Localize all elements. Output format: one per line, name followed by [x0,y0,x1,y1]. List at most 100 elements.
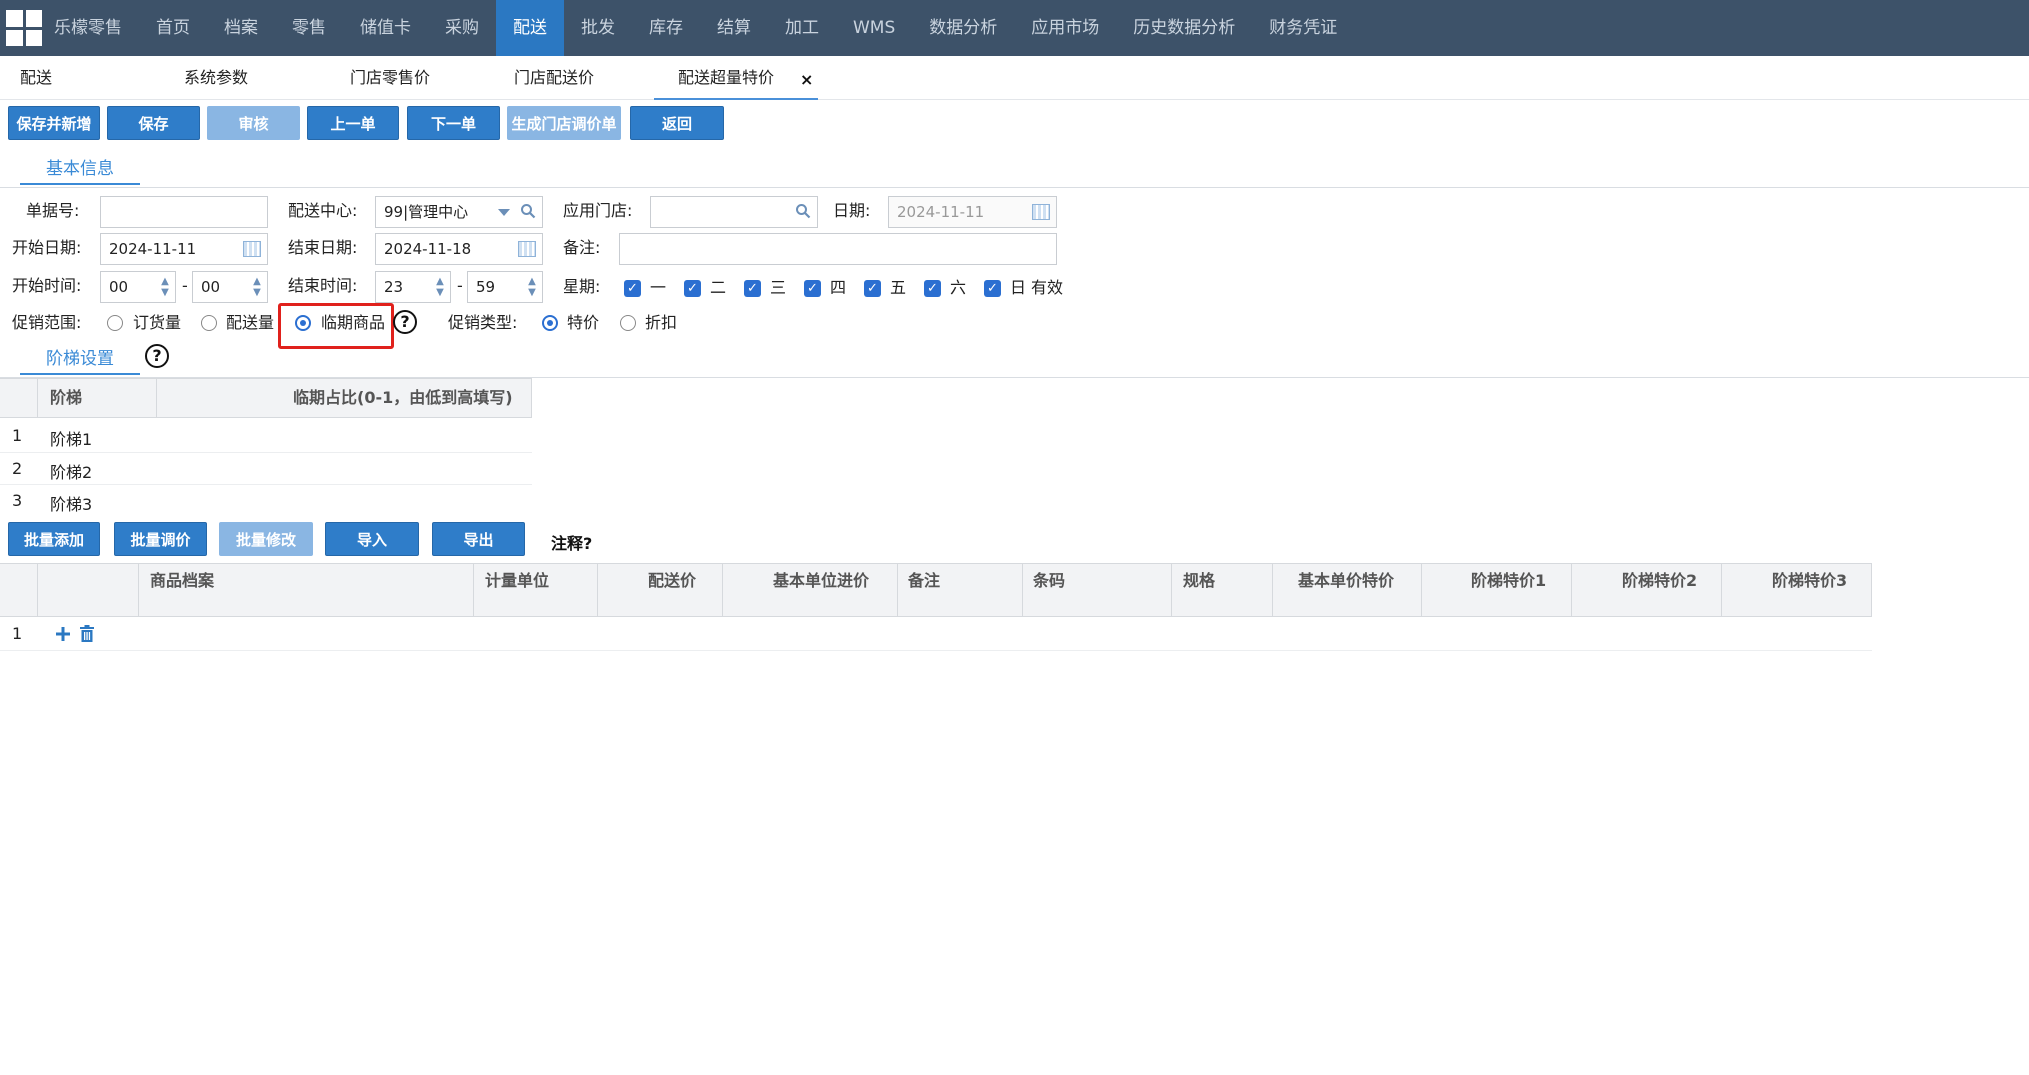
add-icon[interactable] [55,626,71,642]
scope-order-qty-radio[interactable] [107,315,123,331]
dropdown-arrow-icon[interactable] [498,209,510,216]
next-doc-button[interactable]: 下一单 [407,106,500,140]
type-special-price-radio[interactable] [542,315,558,331]
import-button[interactable]: 导入 [325,522,419,556]
remark-column-header[interactable]: 备注 [908,564,940,616]
near-expiry-ratio-column-header[interactable]: 临期占比(0-1，由低到高填写) [293,379,513,417]
promo-scope-label: 促销范围: [12,313,82,332]
weekday-sun-checkbox[interactable]: ✓ [984,280,1001,297]
nav-item-retail[interactable]: 零售 [275,0,343,56]
nav-item-settlement[interactable]: 结算 [700,0,768,56]
nav-item-wholesale[interactable]: 批发 [564,0,632,56]
calendar-icon[interactable] [1032,204,1050,220]
dist-price-column-header[interactable]: 配送价 [648,564,696,616]
nav-brand[interactable]: 乐檬零售 [50,0,139,56]
spinner-arrows-icon[interactable]: ▲ ▼ [251,276,263,298]
nav-item-stored-value-card[interactable]: 储值卡 [343,0,428,56]
tab-store-retail-price[interactable]: 门店零售价 [350,56,430,100]
start-hour-stepper[interactable]: 00 ▲ ▼ [100,271,176,303]
top-nav: 乐檬零售 首页 档案 零售 储值卡 采购 配送 批发 库存 结算 加工 WMS … [0,0,2029,56]
nav-item-inventory[interactable]: 库存 [632,0,700,56]
tier-price-3-column-header[interactable]: 阶梯特价3 [1772,564,1847,616]
search-icon[interactable] [520,203,536,219]
generate-store-price-adjust-button[interactable]: 生成门店调价单 [507,106,621,140]
nav-item-processing[interactable]: 加工 [768,0,836,56]
section-basic-info[interactable]: 基本信息 [20,153,140,185]
nav-item-app-market[interactable]: 应用市场 [1014,0,1116,56]
nav-item-history-analysis[interactable]: 历史数据分析 [1116,0,1252,56]
app-grid-icon[interactable] [6,10,42,46]
column-divider [1421,564,1422,616]
table-row[interactable]: 1 [0,617,1872,651]
row-number: 3 [12,491,23,510]
weekday-fri-checkbox[interactable]: ✓ [864,280,881,297]
search-icon[interactable] [795,203,811,219]
end-hour-stepper[interactable]: 23 ▲ ▼ [375,271,451,303]
base-unit-cost-column-header[interactable]: 基本单位进价 [773,564,869,616]
end-date-input[interactable]: 2024-11-18 [375,233,543,265]
delete-icon[interactable] [79,625,95,642]
start-hour-value: 00 [109,278,129,296]
section-tier-settings[interactable]: 阶梯设置 [20,343,140,375]
tab-store-dist-price[interactable]: 门店配送价 [514,56,594,100]
save-and-new-button[interactable]: 保存并新增 [8,106,100,140]
help-icon[interactable]: ? [393,310,417,334]
weekday-thu-checkbox[interactable]: ✓ [804,280,821,297]
save-button[interactable]: 保存 [107,106,200,140]
audit-button[interactable]: 审核 [207,106,300,140]
weekday-mon-checkbox[interactable]: ✓ [624,280,641,297]
doc-no-input[interactable] [100,196,268,228]
batch-price-adjust-button[interactable]: 批量调价 [114,522,207,556]
table-row[interactable]: 2 阶梯2 [0,452,532,484]
help-icon[interactable]: ? [145,344,169,368]
spinner-arrows-icon[interactable]: ▲ ▼ [159,276,171,298]
close-icon[interactable]: × [800,70,813,89]
nav-item-finance-voucher[interactable]: 财务凭证 [1252,0,1354,56]
barcode-column-header[interactable]: 条码 [1033,564,1065,616]
tab-distribution[interactable]: 配送 [20,56,52,100]
end-minute-stepper[interactable]: 59 ▲ ▼ [467,271,543,303]
tab-system-params[interactable]: 系统参数 [184,56,248,100]
store-input[interactable] [650,196,818,228]
export-button[interactable]: 导出 [432,522,525,556]
remark-input[interactable] [619,233,1057,265]
tier-column-header[interactable]: 阶梯 [50,379,82,417]
weekday-sat-checkbox[interactable]: ✓ [924,280,941,297]
column-divider [1571,564,1572,616]
spinner-arrows-icon[interactable]: ▲ ▼ [434,276,446,298]
tier-price-2-column-header[interactable]: 阶梯特价2 [1622,564,1697,616]
start-date-input[interactable]: 2024-11-11 [100,233,268,265]
type-discount-radio[interactable] [620,315,636,331]
start-minute-stepper[interactable]: 00 ▲ ▼ [192,271,268,303]
spinner-arrows-icon[interactable]: ▲ ▼ [526,276,538,298]
batch-modify-button[interactable]: 批量修改 [219,522,313,556]
nav-item-distribution[interactable]: 配送 [496,0,564,56]
table-row[interactable]: 1 阶梯1 [0,420,532,452]
spec-column-header[interactable]: 规格 [1183,564,1215,616]
scope-dist-qty-radio[interactable] [201,315,217,331]
date-input[interactable]: 2024-11-11 [888,196,1057,228]
start-date-value: 2024-11-11 [109,240,197,258]
tier-price-1-column-header[interactable]: 阶梯特价1 [1471,564,1546,616]
column-divider [897,564,898,616]
nav-item-wms[interactable]: WMS [836,0,912,56]
base-special-price-column-header[interactable]: 基本单价特价 [1298,564,1394,616]
nav-item-data-analysis[interactable]: 数据分析 [912,0,1014,56]
batch-add-button[interactable]: 批量添加 [8,522,100,556]
prev-doc-button[interactable]: 上一单 [307,106,399,140]
product-archive-column-header[interactable]: 商品档案 [150,564,214,616]
back-button[interactable]: 返回 [630,106,724,140]
dist-center-select[interactable]: 99|管理中心 [375,196,543,228]
nav-item-purchase[interactable]: 采购 [428,0,496,56]
unit-column-header[interactable]: 计量单位 [485,564,549,616]
calendar-icon[interactable] [243,241,261,257]
tab-overquantity-special-price[interactable]: 配送超量特价 [654,56,818,100]
calendar-icon[interactable] [518,241,536,257]
annotation-label[interactable]: 注释? [551,530,592,554]
nav-item-home[interactable]: 首页 [139,0,207,56]
weekday-fri-label: 五 [890,278,907,297]
weekday-tue-checkbox[interactable]: ✓ [684,280,701,297]
weekday-wed-checkbox[interactable]: ✓ [744,280,761,297]
table-row[interactable]: 3 阶梯3 [0,484,532,516]
nav-item-archive[interactable]: 档案 [207,0,275,56]
